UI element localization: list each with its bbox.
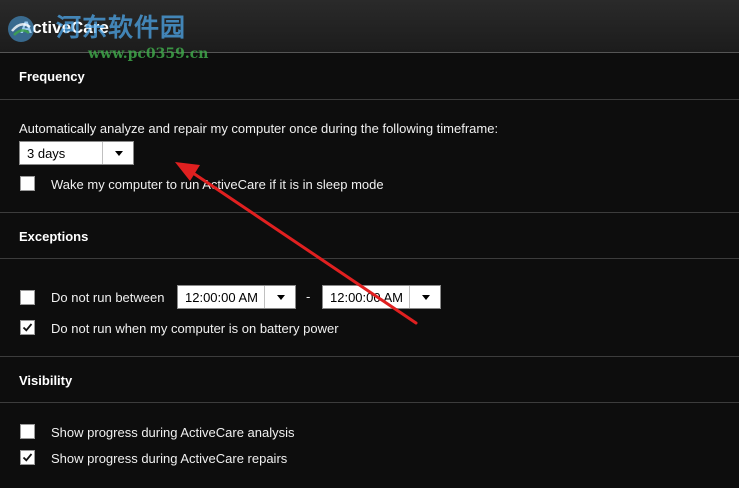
annotation-arrow-icon <box>175 162 418 325</box>
activecare-settings-page: ActiveCare 河东软件园 www.pc0359.cn Frequency… <box>0 0 739 488</box>
